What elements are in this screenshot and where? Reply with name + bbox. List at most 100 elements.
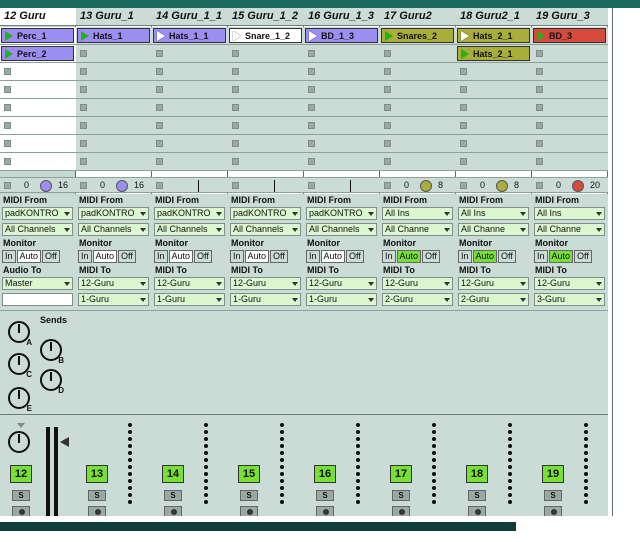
clip-slot[interactable]	[532, 63, 608, 81]
output-select[interactable]: 12-Guru	[78, 277, 149, 290]
clip-slot[interactable]	[380, 99, 456, 117]
track-activator-button[interactable]: 13	[86, 465, 108, 483]
clip-slot[interactable]	[380, 117, 456, 135]
stop-icon[interactable]	[156, 86, 163, 93]
clip[interactable]: BD_3	[533, 28, 606, 43]
output-channel-select[interactable]: 1-Guru	[306, 293, 377, 306]
stop-icon[interactable]	[4, 140, 11, 147]
stop-icon[interactable]	[460, 86, 467, 93]
send-knob[interactable]: B	[40, 339, 64, 365]
clip-slot[interactable]	[532, 81, 608, 99]
track-header[interactable]: 13 Guru_1	[76, 8, 152, 26]
clip-slot[interactable]	[228, 117, 304, 135]
channel-select[interactable]: All Channels	[230, 223, 301, 236]
send-knob[interactable]: C	[8, 353, 32, 379]
clip[interactable]: Hats_2_1	[457, 28, 530, 43]
clip-slot[interactable]	[304, 81, 380, 99]
stop-icon[interactable]	[384, 86, 391, 93]
monitor-auto-button[interactable]: Auto	[548, 250, 574, 263]
send-knob[interactable]: D	[40, 369, 64, 395]
stop-all-icon[interactable]	[308, 182, 315, 189]
midi-from-select[interactable]: padKONTRO	[230, 207, 301, 220]
stop-icon[interactable]	[156, 140, 163, 147]
monitor-in-button[interactable]: In	[2, 250, 16, 263]
solo-button[interactable]: S	[544, 490, 562, 501]
stop-icon[interactable]	[536, 68, 543, 75]
stop-icon[interactable]	[80, 50, 87, 57]
clip-slot[interactable]	[228, 99, 304, 117]
play-icon[interactable]	[2, 47, 15, 60]
clip-slot[interactable]	[76, 99, 152, 117]
stop-icon[interactable]	[80, 158, 87, 165]
track-header[interactable]: 18 Guru2_1	[456, 8, 532, 26]
solo-button[interactable]: S	[392, 490, 410, 501]
monitor-in-button[interactable]: In	[154, 250, 168, 263]
channel-select[interactable]: All Channels	[2, 223, 73, 236]
stop-icon[interactable]	[460, 122, 467, 129]
monitor-auto-button[interactable]: Auto	[396, 250, 422, 263]
output-select[interactable]: 12-Guru	[382, 277, 453, 290]
stop-icon[interactable]	[460, 158, 467, 165]
clip-slot[interactable]	[380, 135, 456, 153]
clip-slot[interactable]	[456, 153, 532, 171]
clip-slot[interactable]	[304, 63, 380, 81]
play-icon[interactable]	[230, 29, 243, 42]
monitor-in-button[interactable]: In	[306, 250, 320, 263]
monitor-in-button[interactable]: In	[458, 250, 472, 263]
monitor-in-button[interactable]: In	[78, 250, 92, 263]
clip-slot[interactable]	[76, 63, 152, 81]
stop-icon[interactable]	[536, 50, 543, 57]
clip-slot[interactable]	[228, 153, 304, 171]
pan-knob[interactable]	[8, 431, 30, 453]
solo-button[interactable]: S	[164, 490, 182, 501]
monitor-auto-button[interactable]: Auto	[92, 250, 118, 263]
output-select[interactable]: 12-Guru	[306, 277, 377, 290]
send-knob[interactable]: E	[8, 387, 32, 413]
clip-slot[interactable]	[456, 81, 532, 99]
stop-icon[interactable]	[4, 104, 11, 111]
clip-slot[interactable]	[304, 99, 380, 117]
track-header[interactable]: 17 Guru2	[380, 8, 456, 26]
clip-slot[interactable]: Perc_1	[0, 27, 76, 45]
volume-fader[interactable]	[46, 427, 58, 519]
clip-slot[interactable]	[380, 45, 456, 63]
clip-slot[interactable]: Hats_2_1	[456, 27, 532, 45]
stop-all-icon[interactable]	[4, 182, 11, 189]
stop-all-icon[interactable]	[232, 182, 239, 189]
solo-button[interactable]: S	[12, 490, 30, 501]
midi-from-select[interactable]: padKONTRO	[306, 207, 377, 220]
clip[interactable]: Snares_2	[381, 28, 454, 43]
monitor-off-button[interactable]: Off	[42, 250, 60, 263]
clip-slot[interactable]	[0, 135, 76, 153]
solo-button[interactable]: S	[468, 490, 486, 501]
stop-icon[interactable]	[384, 158, 391, 165]
stop-icon[interactable]	[460, 104, 467, 111]
monitor-off-button[interactable]: Off	[270, 250, 288, 263]
clip-slot[interactable]	[532, 153, 608, 171]
stop-icon[interactable]	[4, 158, 11, 165]
monitor-off-button[interactable]: Off	[194, 250, 212, 263]
channel-select[interactable]: All Channe	[458, 223, 529, 236]
solo-button[interactable]: S	[240, 490, 258, 501]
output-channel-select[interactable]: 1-Guru	[78, 293, 149, 306]
clip-slot[interactable]	[0, 153, 76, 171]
clip-slot[interactable]	[456, 135, 532, 153]
clip-slot[interactable]	[76, 153, 152, 171]
stop-icon[interactable]	[232, 158, 239, 165]
stop-icon[interactable]	[308, 140, 315, 147]
stop-icon[interactable]	[80, 68, 87, 75]
monitor-auto-button[interactable]: Auto	[320, 250, 346, 263]
horizontal-scrollbar[interactable]	[0, 522, 516, 531]
play-icon[interactable]	[382, 29, 395, 42]
monitor-off-button[interactable]: Off	[574, 250, 592, 263]
track-header[interactable]: 19 Guru_3	[532, 8, 608, 26]
output-select[interactable]: 12-Guru	[154, 277, 225, 290]
stop-icon[interactable]	[232, 140, 239, 147]
output-channel-select[interactable]: 2-Guru	[382, 293, 453, 306]
midi-from-select[interactable]: padKONTRO	[154, 207, 225, 220]
midi-from-select[interactable]: All Ins	[534, 207, 605, 220]
clip[interactable]: Perc_1	[1, 28, 74, 43]
stop-icon[interactable]	[536, 140, 543, 147]
clip[interactable]: Hats_1_1	[153, 28, 226, 43]
monitor-in-button[interactable]: In	[382, 250, 396, 263]
